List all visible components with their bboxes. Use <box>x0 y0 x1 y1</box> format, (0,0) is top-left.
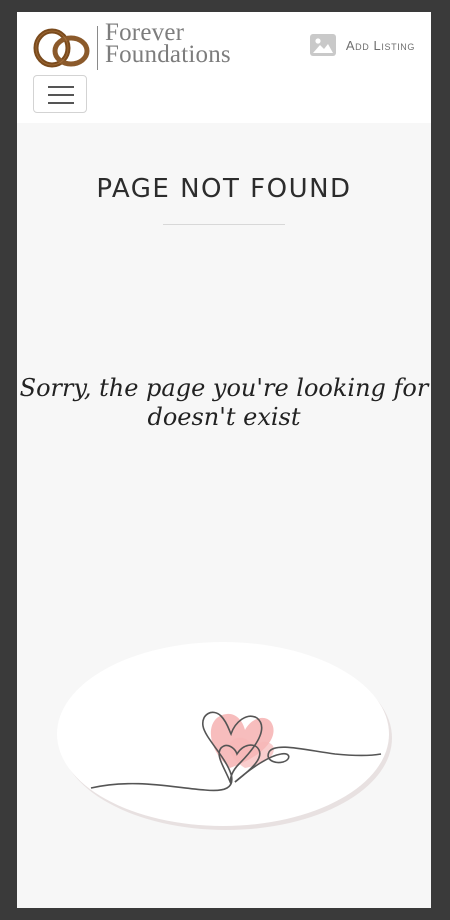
hamburger-icon-bar-3 <box>48 102 74 104</box>
add-listing-label: Add Listing <box>345 37 415 53</box>
wedding-rings-icon <box>33 28 90 68</box>
site-header: Forever Foundations Add Listing <box>17 12 431 123</box>
brand-name: Forever Foundations <box>105 20 231 68</box>
add-listing-link[interactable]: Add Listing <box>309 34 415 56</box>
logo-divider <box>97 26 98 70</box>
image-icon <box>309 34 336 56</box>
page-title: PAGE NOT FOUND <box>96 174 352 204</box>
menu-toggle-button[interactable] <box>33 75 87 113</box>
page-frame: Forever Foundations Add Listing PAGE NOT… <box>17 12 431 908</box>
error-message: Sorry, the page you're looking for doesn… <box>19 374 429 431</box>
hearts-illustration <box>57 642 392 830</box>
title-divider <box>163 224 285 225</box>
hamburger-icon-bar-1 <box>48 86 74 88</box>
site-logo[interactable]: Forever Foundations <box>31 20 261 78</box>
hamburger-icon-bar-2 <box>48 94 74 96</box>
brand-line-2: Foundations <box>105 41 231 68</box>
